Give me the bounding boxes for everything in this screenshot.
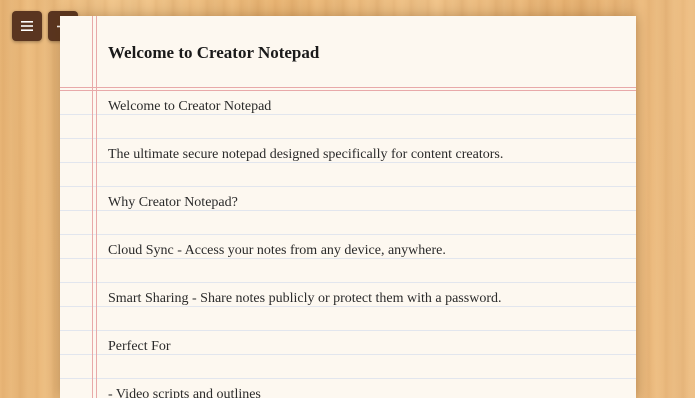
note-body[interactable]: Welcome to Creator Notepad The ultimate s… xyxy=(60,91,636,398)
note-line xyxy=(108,119,616,143)
note-line: Cloud Sync - Access your notes from any … xyxy=(108,243,446,258)
menu-button[interactable] xyxy=(12,11,42,41)
note-lines: Welcome to Creator Notepad The ultimate s… xyxy=(108,95,616,398)
note-line xyxy=(108,359,616,383)
note-paper: Welcome to Creator Notepad Welcome to Cr… xyxy=(60,16,636,398)
note-line: Why Creator Notepad? xyxy=(108,195,238,210)
note-line: Perfect For xyxy=(108,339,171,354)
note-line: The ultimate secure notepad designed spe… xyxy=(108,147,504,162)
note-line xyxy=(108,215,616,239)
note-line xyxy=(108,263,616,287)
note-title[interactable]: Welcome to Creator Notepad xyxy=(108,43,319,63)
note-line xyxy=(108,311,616,335)
note-line: Welcome to Creator Notepad xyxy=(108,99,272,114)
note-header: Welcome to Creator Notepad xyxy=(60,16,636,91)
note-line: - Video scripts and outlines xyxy=(108,387,261,398)
menu-icon xyxy=(21,21,33,31)
margin-divider xyxy=(92,16,97,398)
note-line xyxy=(108,167,616,191)
note-line: Smart Sharing - Share notes publicly or … xyxy=(108,291,502,306)
